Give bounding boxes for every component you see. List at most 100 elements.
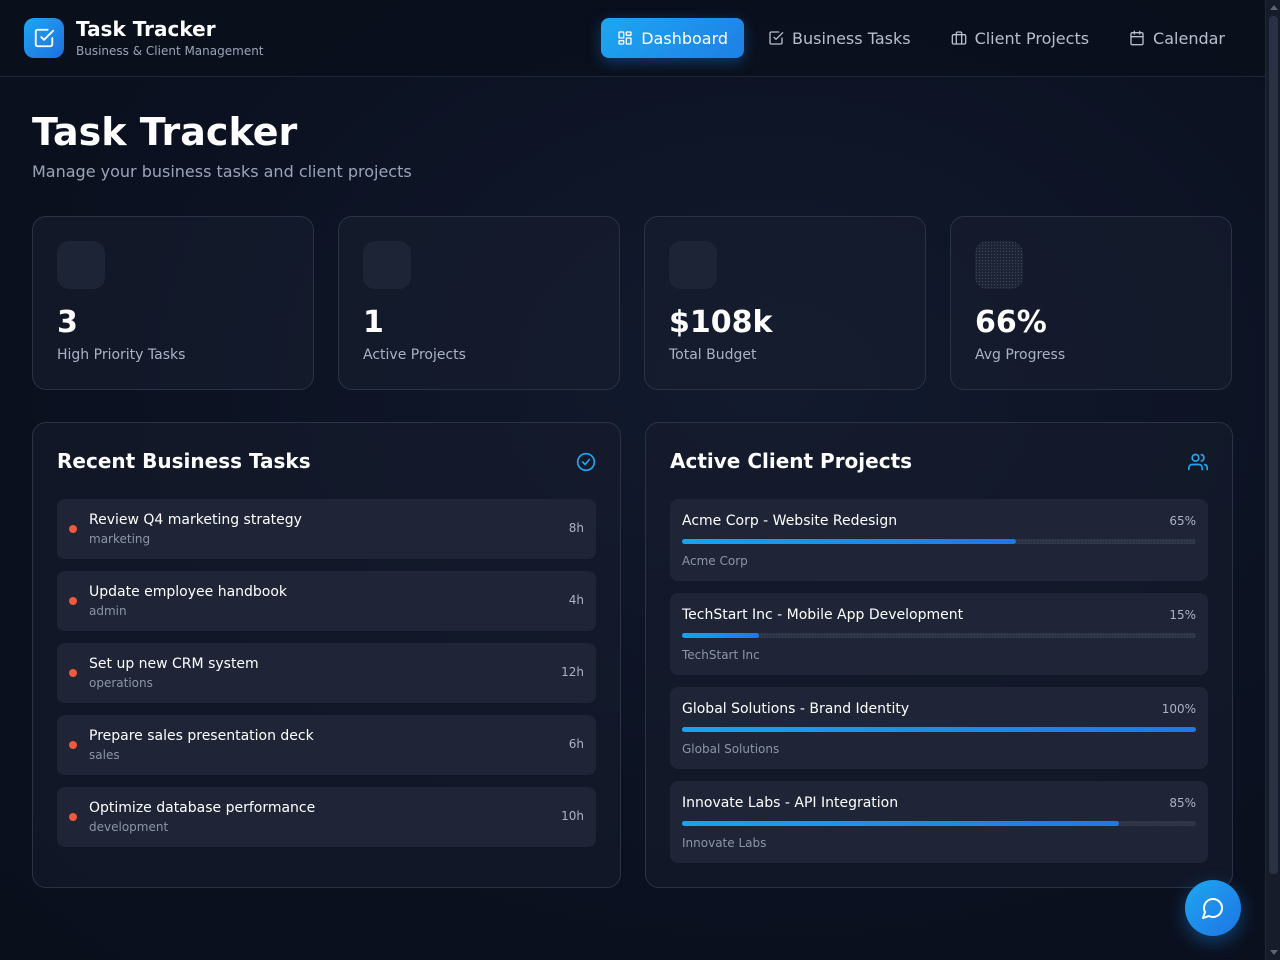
stat-card-avg-progress: 66% Avg Progress <box>950 216 1232 390</box>
scroll-down-arrow-icon[interactable] <box>1270 950 1278 955</box>
nav-label: Client Projects <box>974 28 1090 48</box>
checkbox-icon <box>769 31 784 45</box>
stat-value: 1 <box>363 305 384 340</box>
project-item[interactable]: TechStart Inc - Mobile App Development 1… <box>670 593 1208 675</box>
priority-dot <box>69 813 77 821</box>
nav-client-projects[interactable]: Client Projects <box>935 18 1105 58</box>
project-client: TechStart Inc <box>682 648 760 662</box>
page-subtitle: Manage your business tasks and client pr… <box>32 162 412 181</box>
task-category: operations <box>89 676 153 690</box>
project-percent: 15% <box>1169 608 1196 622</box>
task-item[interactable]: Update employee handbook admin 4h <box>57 571 596 631</box>
top-navbar: Task Tracker Business & Client Managemen… <box>0 0 1265 77</box>
chat-bubble-icon <box>1202 898 1223 919</box>
progress-fill <box>682 633 760 638</box>
project-percent: 100% <box>1161 702 1196 716</box>
nav-calendar[interactable]: Calendar <box>1113 18 1241 58</box>
checkbox-icon <box>34 28 55 48</box>
stat-icon <box>363 241 411 289</box>
stat-icon <box>669 241 717 289</box>
nav-label: Business Tasks <box>792 28 911 48</box>
stats-row: 3 High Priority Tasks 1 Active Projects … <box>32 216 1232 390</box>
project-name: TechStart Inc - Mobile App Development <box>682 607 964 623</box>
task-category: marketing <box>89 532 151 546</box>
task-category: development <box>89 820 169 834</box>
project-item[interactable]: Acme Corp - Website Redesign 65% Acme Co… <box>670 499 1208 581</box>
project-percent: 65% <box>1169 514 1196 528</box>
calendar-icon <box>1130 30 1144 46</box>
project-client: Acme Corp <box>682 554 748 568</box>
task-category: sales <box>89 748 120 762</box>
task-title: Optimize database performance <box>89 800 316 816</box>
brand-subtitle: Business & Client Management <box>76 44 264 58</box>
stat-label: High Priority Tasks <box>57 347 186 363</box>
active-projects-panel: Active Client Projects Acme Corp - Websi… <box>645 422 1233 888</box>
scroll-thumb[interactable] <box>1269 16 1278 874</box>
users-icon <box>1188 453 1208 471</box>
stat-icon <box>57 241 105 289</box>
task-item[interactable]: Review Q4 marketing strategy marketing 8… <box>57 499 596 559</box>
task-title: Set up new CRM system <box>89 656 259 672</box>
progress-fill <box>682 821 1119 826</box>
scroll-up-arrow-icon[interactable] <box>1270 5 1278 10</box>
task-list: Review Q4 marketing strategy marketing 8… <box>57 499 596 859</box>
panel-title: Recent Business Tasks <box>57 449 311 473</box>
stat-card-high-priority: 3 High Priority Tasks <box>32 216 314 390</box>
project-client: Innovate Labs <box>682 836 767 850</box>
stat-label: Avg Progress <box>975 347 1066 363</box>
task-title: Prepare sales presentation deck <box>89 728 314 744</box>
priority-dot <box>69 597 77 605</box>
stat-value: 66% <box>975 305 1047 340</box>
progress-track <box>682 727 1196 732</box>
task-title: Review Q4 marketing strategy <box>89 512 302 528</box>
stat-label: Active Projects <box>363 347 466 363</box>
project-item[interactable]: Global Solutions - Brand Identity 100% G… <box>670 687 1208 769</box>
grid-icon <box>618 31 632 45</box>
progress-track <box>682 821 1196 826</box>
stat-icon <box>975 241 1023 289</box>
page-scrollbar[interactable] <box>1265 0 1280 960</box>
recent-tasks-panel: Recent Business Tasks Review Q4 marketin… <box>32 422 621 888</box>
stat-value: 3 <box>57 305 78 340</box>
progress-fill <box>682 727 1196 732</box>
task-hours: 10h <box>561 809 584 823</box>
task-hours: 6h <box>568 737 584 751</box>
stat-value: $108k <box>669 305 773 340</box>
progress-track <box>682 539 1196 544</box>
nav-dashboard[interactable]: Dashboard <box>601 18 745 58</box>
nav-label: Calendar <box>1153 28 1225 48</box>
nav-business-tasks[interactable]: Business Tasks <box>752 18 927 58</box>
brand-title: Task Tracker <box>76 17 216 41</box>
stat-card-active-projects: 1 Active Projects <box>338 216 620 390</box>
task-hours: 4h <box>568 593 584 607</box>
app-logo[interactable] <box>24 18 64 58</box>
task-hours: 8h <box>568 521 584 535</box>
project-item[interactable]: Innovate Labs - API Integration 85% Inno… <box>670 781 1208 863</box>
project-percent: 85% <box>1169 796 1196 810</box>
task-item[interactable]: Optimize database performance developmen… <box>57 787 596 847</box>
priority-dot <box>69 741 77 749</box>
main-nav: Dashboard Business Tasks Client Projects… <box>601 18 1241 58</box>
nav-label: Dashboard <box>641 28 729 48</box>
progress-fill <box>682 539 1017 544</box>
project-name: Innovate Labs - API Integration <box>682 795 899 811</box>
progress-track <box>682 633 1196 638</box>
task-item[interactable]: Set up new CRM system operations 12h <box>57 643 596 703</box>
task-hours: 12h <box>561 665 584 679</box>
task-item[interactable]: Prepare sales presentation deck sales 6h <box>57 715 596 775</box>
check-circle-icon <box>576 452 596 472</box>
project-list: Acme Corp - Website Redesign 65% Acme Co… <box>670 499 1208 875</box>
panel-title: Active Client Projects <box>670 449 913 473</box>
project-client: Global Solutions <box>682 742 780 756</box>
project-name: Global Solutions - Brand Identity <box>682 701 910 717</box>
stat-label: Total Budget <box>669 347 757 363</box>
chat-button[interactable] <box>1185 880 1241 936</box>
task-category: admin <box>89 604 127 618</box>
page-title: Task Tracker <box>32 110 298 154</box>
stat-card-total-budget: $108k Total Budget <box>644 216 926 390</box>
priority-dot <box>69 525 77 533</box>
task-title: Update employee handbook <box>89 584 288 600</box>
project-name: Acme Corp - Website Redesign <box>682 513 898 529</box>
briefcase-icon <box>951 31 966 45</box>
priority-dot <box>69 669 77 677</box>
